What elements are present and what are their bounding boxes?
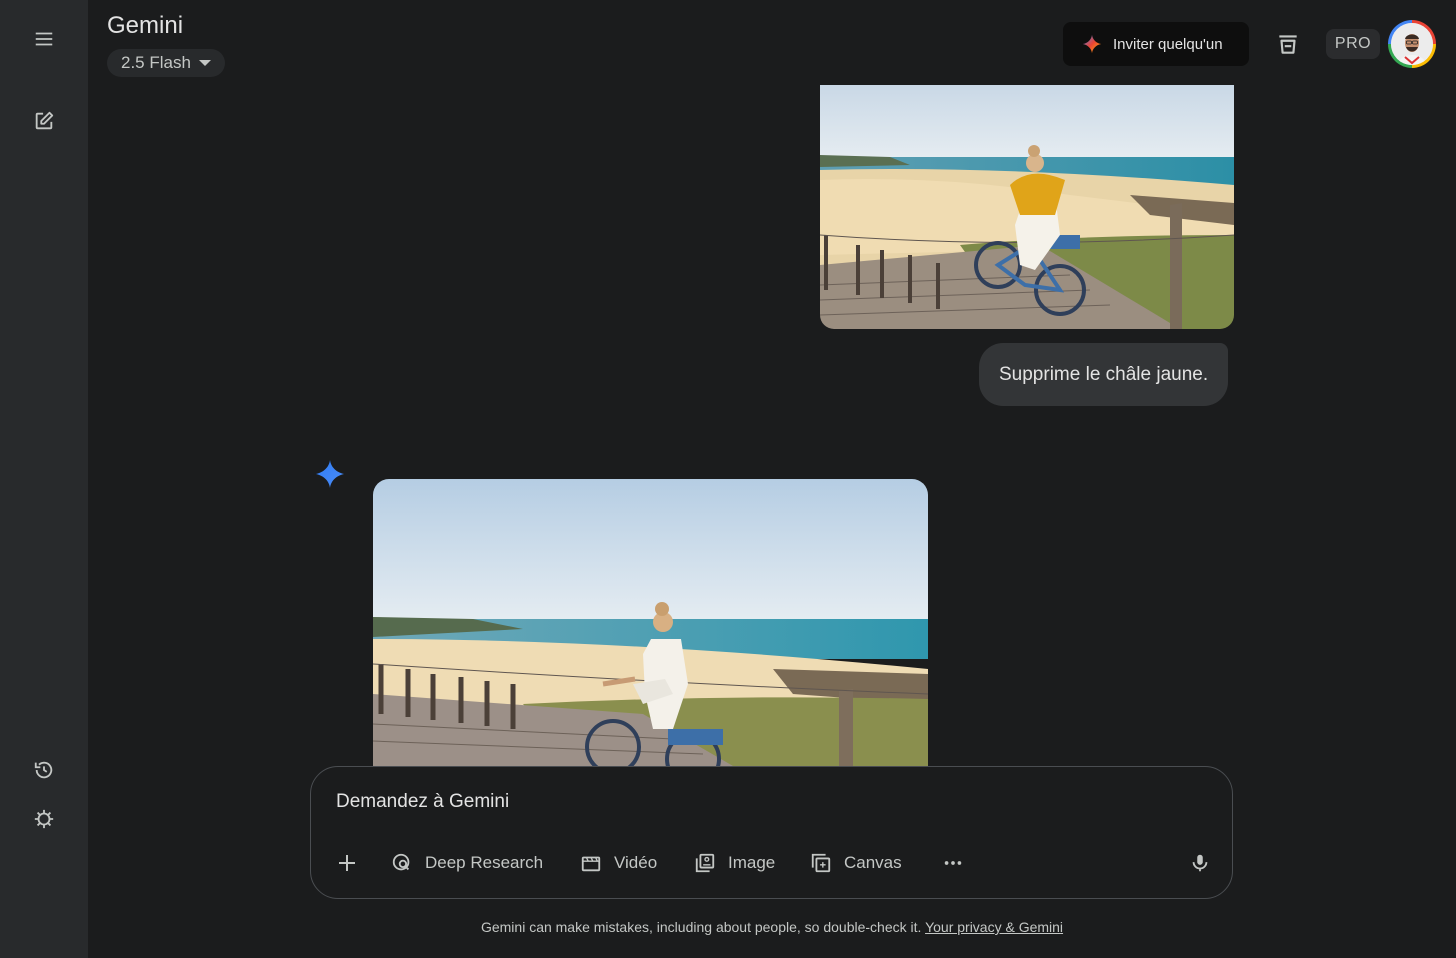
history-icon: [34, 761, 53, 779]
pro-badge: PRO: [1326, 29, 1380, 59]
sidebar: [0, 0, 88, 958]
deep-research-label: Deep Research: [425, 853, 544, 872]
image-icon: [695, 853, 715, 873]
settings-icon: [34, 809, 54, 829]
more-horiz-icon: [944, 861, 962, 865]
more-tools-button[interactable]: [937, 847, 969, 879]
model-selector[interactable]: 2.5 Flash: [107, 49, 225, 77]
temporary-chat-button[interactable]: [1266, 22, 1310, 66]
canvas-button[interactable]: Canvas: [810, 847, 902, 879]
image-button[interactable]: Image: [694, 847, 775, 879]
microphone-button[interactable]: [1184, 847, 1216, 879]
deep-research-icon: [392, 853, 410, 871]
temporary-chat-icon: [1279, 35, 1297, 54]
user-message-bubble: Supprime le châle jaune.: [979, 343, 1229, 406]
plus-icon: [339, 855, 355, 871]
user-uploaded-image[interactable]: [820, 85, 1234, 329]
canvas-label: Canvas: [844, 853, 902, 872]
model-label: 2.5 Flash: [121, 53, 191, 72]
avatar[interactable]: [1388, 20, 1436, 68]
user-message-text: Supprime le châle jaune.: [999, 363, 1209, 385]
generated-image[interactable]: [373, 479, 928, 766]
app-title: Gemini: [107, 12, 184, 39]
microphone-icon: [1192, 854, 1208, 872]
invite-button[interactable]: Inviter quelqu'un: [1063, 22, 1249, 66]
history-button[interactable]: [22, 748, 66, 792]
beach-bike-photo-original: [820, 85, 1234, 329]
user-photo-icon: [1391, 23, 1433, 65]
canvas-icon: [811, 853, 831, 873]
prompt-input[interactable]: Demandez à Gemini: [336, 791, 509, 813]
prompt-input-box[interactable]: Demandez à Gemini Deep Research Vidéo Im…: [310, 766, 1233, 899]
video-button[interactable]: Vidéo: [580, 847, 657, 879]
beach-bike-photo-edited: [373, 479, 928, 766]
menu-icon: [35, 32, 53, 46]
new-chat-button[interactable]: [22, 99, 66, 143]
disclaimer-text: Gemini can make mistakes, including abou…: [480, 919, 922, 935]
caret-down-icon: [198, 60, 211, 66]
disclaimer: Gemini can make mistakes, including abou…: [0, 919, 1456, 935]
new-chat-icon: [35, 111, 54, 130]
privacy-link[interactable]: Your privacy & Gemini: [925, 919, 1063, 935]
video-icon: [581, 856, 601, 872]
gemini-sparkle-icon: [1082, 34, 1102, 54]
menu-button[interactable]: [22, 17, 66, 61]
video-label: Vidéo: [614, 853, 658, 872]
deep-research-button[interactable]: Deep Research: [391, 847, 543, 879]
image-label: Image: [728, 853, 776, 872]
gemini-logo-icon: [316, 460, 344, 488]
add-attachment-button[interactable]: [331, 847, 363, 879]
invite-label: Inviter quelqu'un: [1113, 35, 1223, 53]
settings-button[interactable]: [22, 797, 66, 841]
